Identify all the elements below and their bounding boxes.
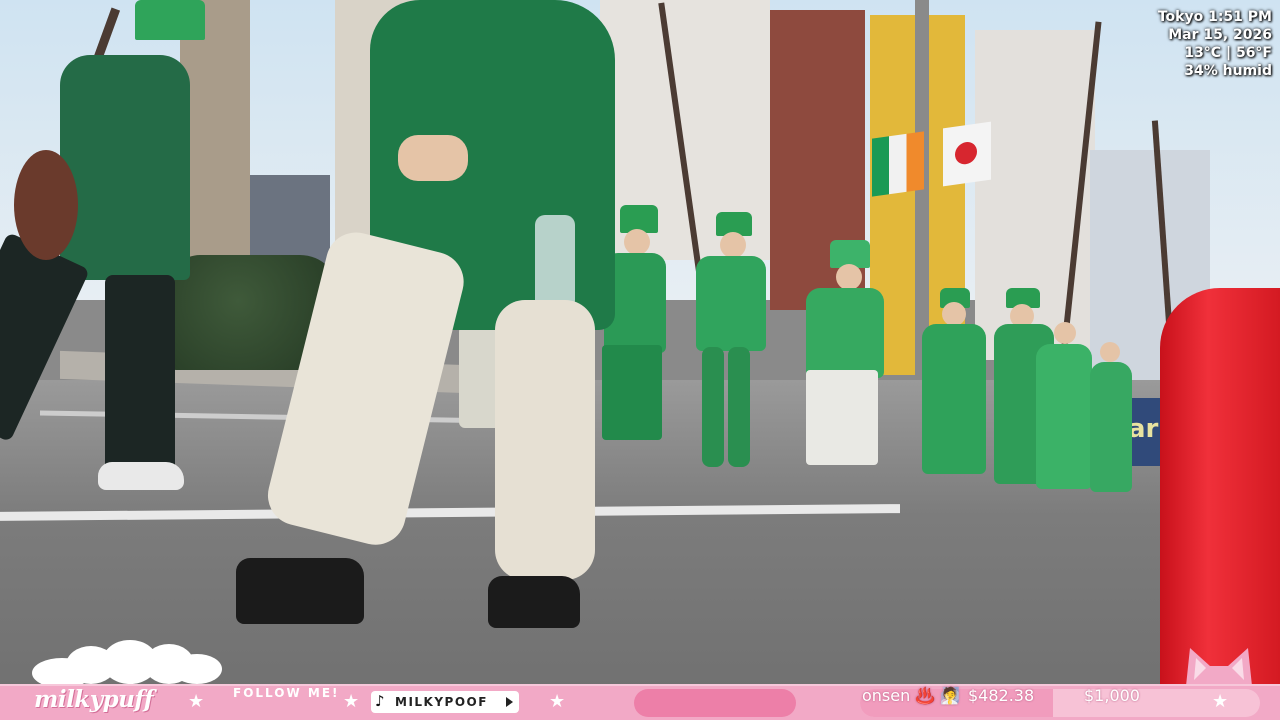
parade-marcher — [688, 212, 768, 477]
japanese-flag — [943, 121, 991, 187]
social-handle: MILKYPOOF — [395, 695, 488, 709]
goal-current-amount: $482.38 — [968, 686, 1035, 705]
cat-ears-icon — [1186, 648, 1252, 686]
donation-pill — [634, 689, 796, 717]
parade-marcher — [916, 288, 990, 488]
parade-marcher — [1088, 342, 1134, 497]
stream-bottom-bar: milkypuff ★ FOLLOW ME! ★ MILKYPOOF ★ ons… — [0, 684, 1280, 720]
social-handle-pill[interactable]: MILKYPOOF — [371, 691, 519, 713]
location-time: Tokyo 1:51 PM — [1157, 9, 1272, 25]
channel-logo: milkypuff — [34, 686, 154, 713]
cloud-decoration — [32, 640, 222, 688]
temperature: 13°C | 56°F — [1184, 45, 1272, 61]
irish-flag — [872, 131, 924, 197]
goal-target-amount: $1,000 — [1084, 686, 1140, 705]
traffic-cone — [1160, 288, 1280, 688]
star-icon: ★ — [1212, 691, 1229, 712]
parade-drummer — [0, 0, 205, 495]
parade-marcher — [800, 240, 888, 485]
follow-label: FOLLOW ME! — [233, 686, 340, 700]
star-icon: ★ — [343, 691, 360, 712]
date: Mar 15, 2026 — [1168, 27, 1272, 43]
foreground-marcher — [230, 0, 620, 630]
tiktok-icon — [375, 692, 389, 710]
stream-info-overlay: Tokyo 1:51 PM Mar 15, 2026 13°C | 56°F 3… — [1158, 8, 1272, 80]
humidity: 34% humid — [1184, 63, 1272, 79]
star-icon: ★ — [549, 691, 566, 712]
parade-marcher — [1032, 322, 1092, 497]
stream-video-frame: arry's — [0, 0, 1280, 720]
play-arrow-icon — [506, 697, 513, 707]
goal-label: onsen ♨️ 🧖 — [862, 686, 961, 705]
star-icon: ★ — [188, 691, 205, 712]
